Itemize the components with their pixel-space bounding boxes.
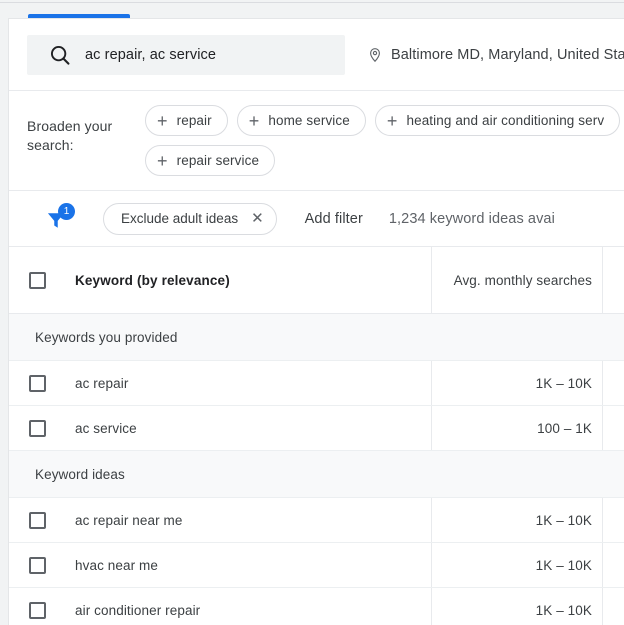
filter-bar: 1 Exclude adult ideas ✕ Add filter 1,234… bbox=[9, 191, 624, 247]
keyword-text[interactable]: ac repair bbox=[75, 376, 128, 391]
row-keyword-cell: air conditioner repair bbox=[9, 588, 431, 625]
broaden-chip-repair-service[interactable]: + repair service bbox=[145, 145, 276, 176]
row-next-column bbox=[603, 588, 624, 625]
table-header-next-column bbox=[603, 247, 624, 313]
broaden-chip-home-service[interactable]: + home service bbox=[236, 105, 366, 136]
location-pin-icon bbox=[370, 47, 380, 62]
row-next-column bbox=[603, 361, 624, 405]
keyword-search-box[interactable]: ac repair, ac service bbox=[27, 34, 345, 75]
section-header-keywords-you-provided: Keywords you provided bbox=[9, 314, 624, 361]
avg-monthly-searches-value: 1K – 10K bbox=[535, 512, 592, 528]
row-next-column bbox=[603, 498, 624, 542]
column-header-keyword[interactable]: Keyword (by relevance) bbox=[75, 273, 230, 288]
keyword-text[interactable]: ac service bbox=[75, 421, 137, 436]
broaden-chip-list: + repair + home service + heating and ai… bbox=[145, 105, 624, 176]
broaden-chip-heating-and-air-conditioning-service[interactable]: + heating and air conditioning serv bbox=[374, 105, 621, 136]
tab-strip bbox=[0, 0, 624, 19]
broaden-chip-repair[interactable]: + repair bbox=[145, 105, 228, 136]
row-checkbox[interactable] bbox=[29, 419, 46, 437]
search-row: ac repair, ac service Baltimore MD, Mary… bbox=[9, 19, 624, 91]
table-header-row: Keyword (by relevance) Avg. monthly sear… bbox=[9, 247, 624, 314]
keyword-ideas-table: Keyword (by relevance) Avg. monthly sear… bbox=[9, 247, 624, 625]
broaden-search-row: Broaden your search: + repair + home ser… bbox=[9, 91, 624, 191]
results-card: ac repair, ac service Baltimore MD, Mary… bbox=[8, 18, 624, 625]
row-next-column bbox=[603, 406, 624, 450]
column-header-avg-monthly-searches[interactable]: Avg. monthly searches bbox=[454, 273, 592, 288]
add-filter-button[interactable]: Add filter bbox=[305, 211, 363, 227]
row-searches-cell: 1K – 10K bbox=[431, 498, 603, 542]
table-row[interactable]: ac service 100 – 1K bbox=[9, 406, 624, 451]
filter-chip-label: Exclude adult ideas bbox=[121, 211, 239, 226]
table-row[interactable]: hvac near me 1K – 10K bbox=[9, 543, 624, 588]
chip-label: home service bbox=[268, 113, 350, 128]
plus-icon: + bbox=[386, 110, 398, 131]
avg-monthly-searches-value: 1K – 10K bbox=[535, 375, 592, 391]
keyword-text[interactable]: hvac near me bbox=[75, 558, 158, 573]
row-searches-cell: 1K – 10K bbox=[431, 588, 603, 625]
keyword-planner-screen: ac repair, ac service Baltimore MD, Mary… bbox=[0, 0, 624, 625]
plus-icon: + bbox=[248, 110, 260, 131]
plus-icon: + bbox=[157, 150, 168, 171]
row-checkbox[interactable] bbox=[29, 511, 46, 529]
row-searches-cell: 100 – 1K bbox=[431, 406, 603, 450]
section-header-keyword-ideas: Keyword ideas bbox=[9, 451, 624, 498]
chip-label: repair bbox=[176, 113, 212, 128]
table-row[interactable]: air conditioner repair 1K – 10K bbox=[9, 588, 624, 625]
avg-monthly-searches-value: 1K – 10K bbox=[535, 602, 592, 618]
close-icon[interactable]: ✕ bbox=[251, 211, 264, 226]
table-header-searches-cell: Avg. monthly searches bbox=[431, 247, 603, 313]
keyword-text[interactable]: air conditioner repair bbox=[75, 603, 200, 618]
avg-monthly-searches-value: 100 – 1K bbox=[537, 420, 592, 436]
table-header-keyword-cell: Keyword (by relevance) bbox=[9, 247, 431, 313]
row-searches-cell: 1K – 10K bbox=[431, 543, 603, 587]
keyword-ideas-count: 1,234 keyword ideas avai bbox=[388, 210, 555, 227]
keyword-text[interactable]: ac repair near me bbox=[75, 513, 183, 528]
row-keyword-cell: ac repair near me bbox=[9, 498, 431, 542]
location-field[interactable]: Baltimore MD, Maryland, United States bbox=[367, 47, 624, 63]
filter-count-badge: 1 bbox=[58, 202, 75, 220]
row-checkbox[interactable] bbox=[29, 374, 46, 392]
row-checkbox[interactable] bbox=[29, 556, 46, 574]
filter-chip-exclude-adult-ideas[interactable]: Exclude adult ideas ✕ bbox=[103, 202, 277, 235]
broaden-search-label: Broaden your search: bbox=[27, 118, 113, 153]
chip-label: heating and air conditioning serv bbox=[406, 113, 605, 128]
row-keyword-cell: ac service bbox=[9, 406, 431, 450]
table-row[interactable]: ac repair 1K – 10K bbox=[9, 361, 624, 406]
table-row[interactable]: ac repair near me 1K – 10K bbox=[9, 498, 624, 543]
row-keyword-cell: hvac near me bbox=[9, 543, 431, 587]
location-value[interactable]: Baltimore MD, Maryland, United States bbox=[391, 47, 624, 63]
plus-icon: + bbox=[157, 110, 168, 131]
filter-funnel-button[interactable]: 1 bbox=[45, 202, 75, 233]
search-input-value[interactable]: ac repair, ac service bbox=[85, 47, 216, 63]
row-searches-cell: 1K – 10K bbox=[431, 361, 603, 405]
chip-label: repair service bbox=[176, 153, 260, 168]
search-icon bbox=[50, 45, 70, 65]
row-keyword-cell: ac repair bbox=[9, 361, 431, 405]
row-checkbox[interactable] bbox=[29, 601, 46, 619]
row-next-column bbox=[603, 543, 624, 587]
avg-monthly-searches-value: 1K – 10K bbox=[535, 557, 592, 573]
select-all-checkbox[interactable] bbox=[29, 271, 46, 289]
